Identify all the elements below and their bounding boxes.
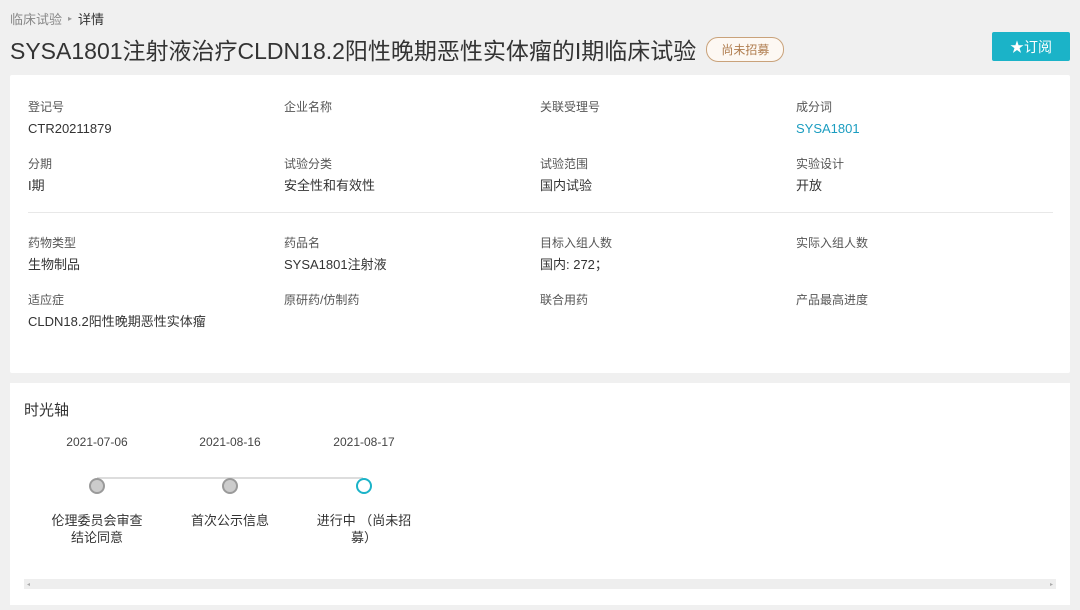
field-value: 生物制品 [28,257,81,272]
field-registration-number: 登记号 CTR20211879 [28,99,284,156]
breadcrumb-parent-link[interactable]: 临床试验 [10,9,62,28]
field-label: 药物类型 [28,236,77,250]
field-indication: 适应症 CLDN18.2阳性晚期恶性实体瘤 [28,292,284,349]
field-label: 联合用药 [540,293,589,307]
field-label: 目标入组人数 [540,236,613,250]
timeline-dot-icon [222,478,238,494]
field-label: 成分词 [796,100,833,114]
field-phase: 分期 I期 [28,156,284,213]
field-value: SYSA1801注射液 [284,257,387,272]
field-trial-scope: 试验范围 国内试验 [540,156,796,213]
details-panel: 登记号 CTR20211879 企业名称 关联受理号 成分词 SYSA1801 … [10,75,1070,373]
timeline-panel: 时光轴 2021-07-06 伦理委员会审查结论同意 2021-08-16 首次… [10,383,1070,605]
timeline-date: 2021-07-06 [66,435,128,449]
field-drug-name: 药品名 SYSA1801注射液 [284,235,540,292]
timeline-active-dot-icon [356,478,372,494]
field-company-name: 企业名称 [284,99,540,156]
ingredient-link[interactable]: SYSA1801 [796,121,1052,137]
details-grid-drug: 药物类型 生物制品 药品名 SYSA1801注射液 目标入组人数 国内: 272… [28,235,1052,349]
timeline-title: 时光轴 [24,402,70,419]
details-grid-basic: 登记号 CTR20211879 企业名称 关联受理号 成分词 SYSA1801 … [28,99,1052,213]
page-title: SYSA1801注射液治疗CLDN18.2阳性晚期恶性实体瘤的I期临床试验 [10,38,697,64]
breadcrumb-separator-icon: ▸ [68,14,73,23]
timeline-item: 2021-08-17 进行中 （尚未招募） [304,434,424,546]
field-label: 原研药/仿制药 [284,293,360,307]
breadcrumb-current: 详情 [78,12,105,27]
field-label: 实验设计 [796,157,845,171]
status-badge: 尚未招募 [706,36,785,62]
field-label: 试验范围 [540,157,589,171]
field-label: 试验分类 [284,157,333,171]
field-label: 企业名称 [284,100,333,114]
field-highest-progress: 产品最高进度 [796,292,1052,349]
timeline-date: 2021-08-17 [333,435,395,449]
timeline-event: 伦理委员会审查结论同意 [51,513,143,545]
field-label: 适应症 [28,293,65,307]
field-label: 分期 [28,157,53,171]
timeline-event: 进行中 （尚未招募） [316,513,412,545]
section-divider [28,212,1053,213]
field-value: CLDN18.2阳性晚期恶性实体瘤 [28,314,206,329]
timeline-date: 2021-08-16 [199,435,261,449]
horizontal-scrollbar[interactable]: ◂ ▸ [24,579,1056,589]
field-label: 实际入组人数 [796,236,869,250]
title-row: SYSA1801注射液治疗CLDN18.2阳性晚期恶性实体瘤的I期临床试验 尚未… [10,32,785,66]
field-drug-type: 药物类型 生物制品 [28,235,284,292]
field-trial-category: 试验分类 安全性和有效性 [284,156,540,213]
field-value: 国内试验 [540,178,593,193]
field-value: I期 [28,178,45,193]
scroll-left-arrow-icon[interactable]: ◂ [27,581,30,588]
timeline-item: 2021-08-16 首次公示信息 [170,434,290,529]
breadcrumb: 临床试验 ▸ 详情 [10,9,104,28]
subscribe-button[interactable]: ★订阅 [992,32,1070,61]
field-label: 产品最高进度 [796,293,869,307]
timeline-item: 2021-07-06 伦理委员会审查结论同意 [37,434,157,546]
field-originator-generic: 原研药/仿制药 [284,292,540,349]
field-acceptance-number: 关联受理号 [540,99,796,156]
field-value: 国内: 272； [540,257,608,272]
field-label: 关联受理号 [540,100,601,114]
field-actual-enrollment: 实际入组人数 [796,235,1052,292]
field-label: 药品名 [284,236,321,250]
scroll-right-arrow-icon[interactable]: ▸ [1050,581,1053,588]
timeline-event: 首次公示信息 [190,513,269,528]
field-combination-drug: 联合用药 [540,292,796,349]
field-trial-design: 实验设计 开放 [796,156,1052,213]
field-target-enrollment: 目标入组人数 国内: 272； [540,235,796,292]
field-value: 安全性和有效性 [284,178,376,193]
field-label: 登记号 [28,100,65,114]
field-value: 开放 [796,178,823,193]
field-ingredient: 成分词 SYSA1801 [796,99,1052,156]
field-value: CTR20211879 [28,121,112,136]
timeline-dot-icon [89,478,105,494]
